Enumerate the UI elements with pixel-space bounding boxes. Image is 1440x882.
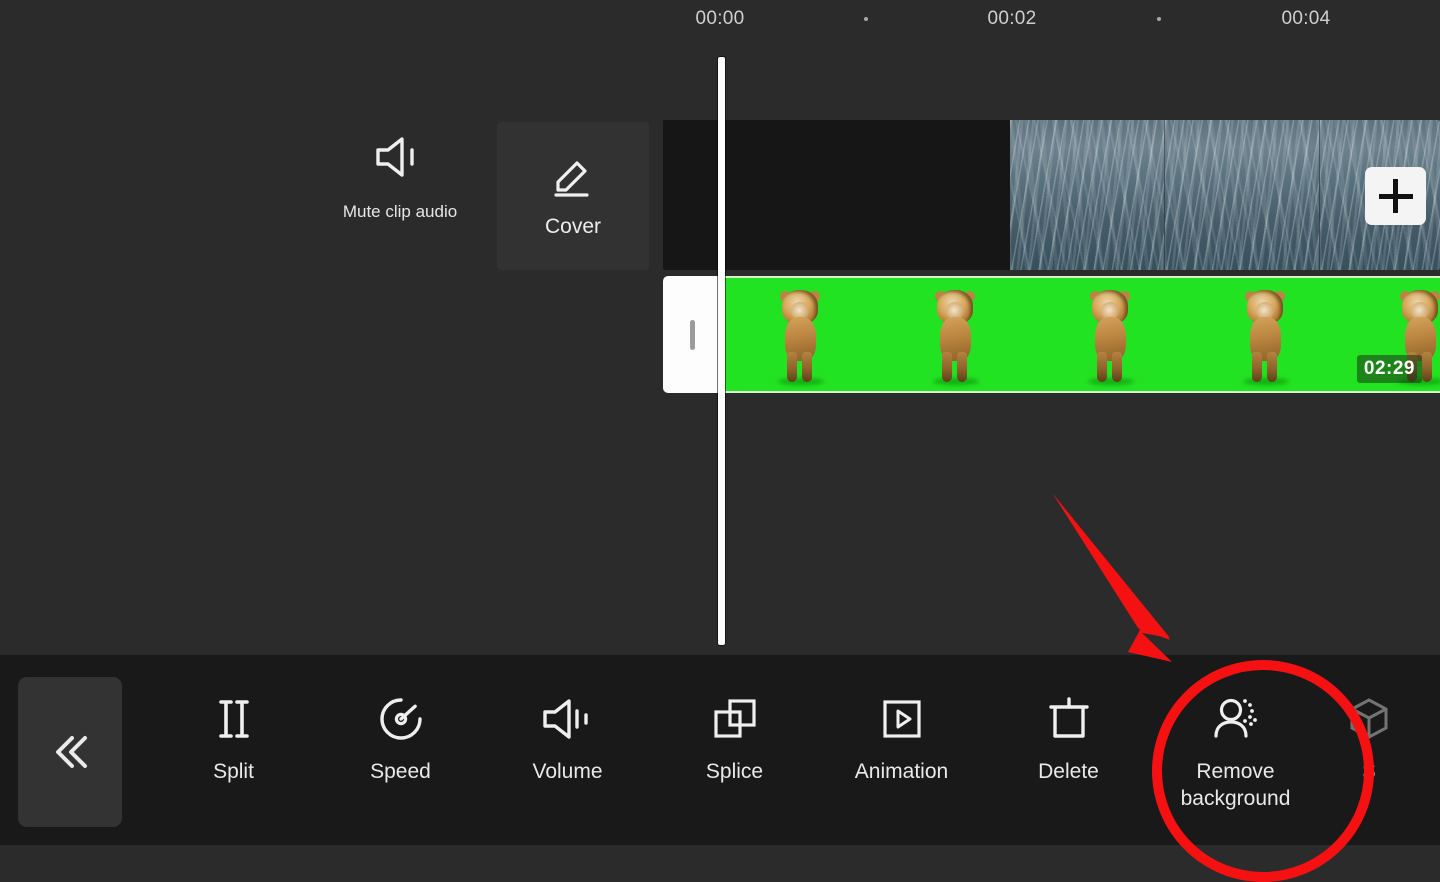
tool-item-volume[interactable]: Volume: [484, 691, 651, 786]
tool-item-split[interactable]: Split: [150, 691, 317, 786]
cube-icon: [1344, 691, 1394, 747]
tool-label: S: [1362, 759, 1376, 786]
annotation-arrow: [1020, 470, 1260, 680]
overlay-frame: [722, 278, 877, 391]
person-cutout-icon: [1210, 691, 1262, 747]
trim-handle-left[interactable]: [663, 276, 722, 393]
tool-label: Split: [213, 759, 254, 786]
cover-label: Cover: [545, 215, 601, 239]
tool-item-splice[interactable]: Splice: [651, 691, 818, 786]
tool-label: Speed: [370, 759, 431, 786]
back-collapse-button[interactable]: [18, 677, 122, 827]
trim-grip-icon: [690, 320, 695, 350]
green-screen-clip[interactable]: 02:29: [722, 276, 1440, 393]
speedometer-icon: [376, 691, 426, 747]
overlay-frame-strip: [722, 278, 1440, 391]
main-video-track[interactable]: [663, 120, 1440, 270]
tool-item-speed[interactable]: Speed: [317, 691, 484, 786]
add-clip-button[interactable]: [1365, 167, 1426, 225]
tool-label: Animation: [855, 759, 948, 786]
tool-item-animation[interactable]: Animation: [818, 691, 985, 786]
overlay-track[interactable]: 02:29: [663, 276, 1440, 393]
ruler-label-2: 00:04: [1281, 8, 1330, 30]
tiger-thumbnail: [1084, 290, 1136, 382]
pencil-edit-icon: [547, 154, 599, 205]
mute-clip-audio-button[interactable]: Mute clip audio: [330, 132, 470, 262]
plus-icon: [1393, 179, 1398, 213]
tool-item-remove-background[interactable]: Remove background: [1152, 691, 1319, 813]
split-brackets-icon: [211, 691, 257, 747]
video-thumbnail: [1165, 120, 1320, 270]
tool-item-delete[interactable]: Delete: [985, 691, 1152, 786]
ruler-label-0: 00:00: [695, 8, 744, 30]
clip-duration-badge: 02:29: [1357, 355, 1422, 383]
tool-label: Delete: [1038, 759, 1099, 786]
mute-clip-audio-label: Mute clip audio: [343, 201, 457, 224]
tool-label: Remove background: [1161, 759, 1311, 813]
ruler-dot-marker: [1157, 17, 1161, 21]
overlay-frame: [1187, 278, 1342, 391]
speaker-volume-icon: [540, 691, 596, 747]
ruler-dot-marker: [864, 17, 868, 21]
double-chevron-left-icon: [42, 724, 98, 780]
cover-button[interactable]: Cover: [497, 122, 649, 270]
tiger-thumbnail: [929, 290, 981, 382]
overlay-frame: [1032, 278, 1187, 391]
ruler-label-1: 00:02: [987, 8, 1036, 30]
overlapping-squares-icon: [710, 691, 760, 747]
bottom-toolbar[interactable]: Split Speed Volume: [0, 655, 1440, 845]
tool-item-partial[interactable]: S: [1319, 691, 1419, 786]
main-track-empty-segment: [663, 120, 1010, 270]
overlay-frame: [877, 278, 1032, 391]
timeline-area[interactable]: 00:00 00:02 00:04 Mute clip audio Cover: [0, 0, 1440, 655]
timeline-ruler[interactable]: 00:00 00:02 00:04: [0, 0, 1440, 42]
tiger-thumbnail: [1239, 290, 1291, 382]
trash-icon: [1045, 691, 1093, 747]
speaker-mute-icon: [372, 132, 428, 187]
tool-label: Volume: [532, 759, 602, 786]
tiger-thumbnail: [774, 290, 826, 382]
video-thumbnail: [1010, 120, 1165, 270]
playhead[interactable]: [718, 57, 725, 645]
tool-label: Splice: [706, 759, 763, 786]
play-in-square-icon: [877, 691, 927, 747]
toolbar-items[interactable]: Split Speed Volume: [150, 655, 1440, 845]
